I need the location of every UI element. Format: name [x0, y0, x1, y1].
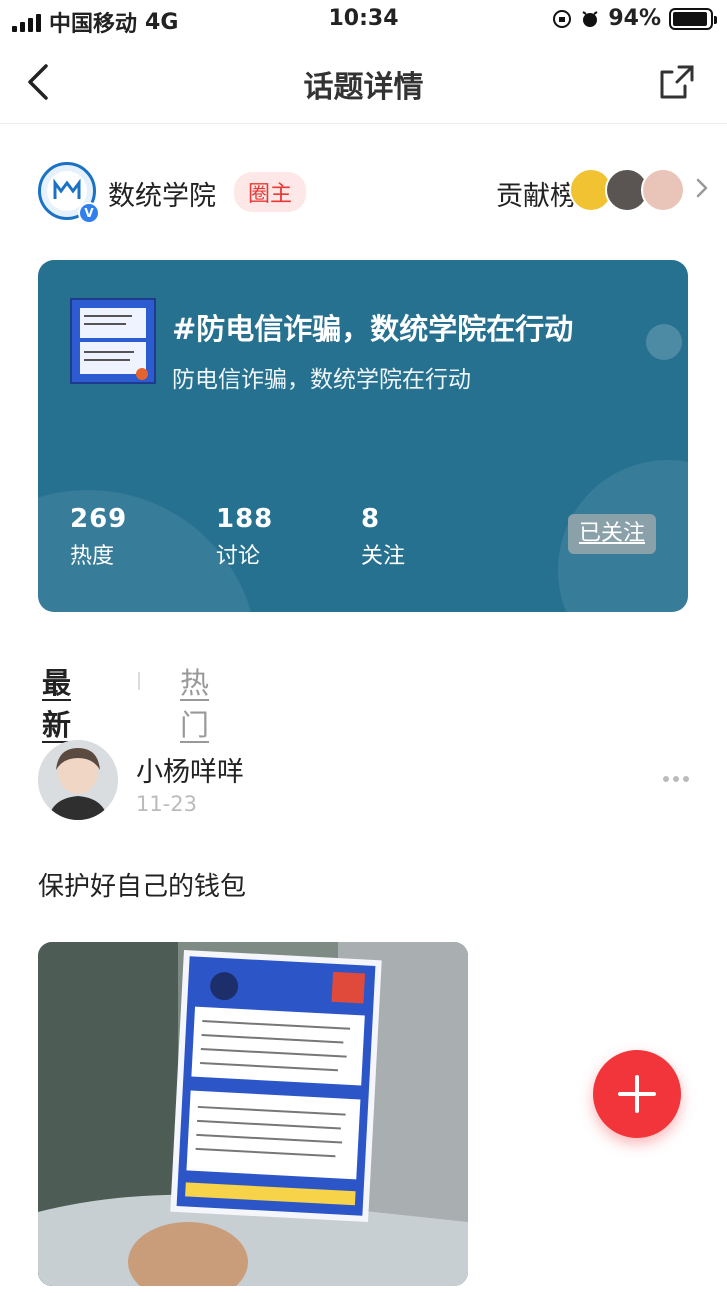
- page-title: 话题详情: [303, 70, 424, 105]
- circle-owner-row: V 数统学院 圈主 贡献榜: [38, 160, 709, 224]
- avatar: [641, 168, 685, 212]
- stat-value: 8: [361, 504, 381, 534]
- battery-icon: [669, 7, 717, 30]
- owner-badge: 圈主: [234, 172, 307, 212]
- stat-label: 热度: [70, 544, 115, 569]
- post-date: 11-23: [136, 792, 198, 816]
- nav-bar: 话题详情: [0, 40, 727, 124]
- topic-card: #防电信诈骗，数统学院在行动 防电信诈骗，数统学院在行动 269 热度 188 …: [38, 260, 688, 612]
- share-icon[interactable]: [657, 62, 697, 102]
- stat-value: 188: [216, 504, 274, 534]
- stat-heat: 269 热度: [70, 504, 127, 570]
- verified-icon: V: [78, 202, 100, 224]
- stat-discussion: 188 讨论: [216, 504, 273, 570]
- rotation-lock-icon: [553, 9, 572, 28]
- contributors-avatars[interactable]: [569, 168, 689, 214]
- post-username[interactable]: 小杨咩咩: [136, 750, 244, 789]
- alarm-icon: [582, 10, 598, 27]
- more-icon[interactable]: [663, 776, 689, 782]
- topic-thumbnail: [70, 298, 156, 384]
- post-image[interactable]: [38, 942, 468, 1286]
- stat-label: 讨论: [216, 544, 261, 569]
- card-decoration: [646, 324, 682, 360]
- add-post-button[interactable]: [593, 1050, 681, 1138]
- chevron-right-icon[interactable]: [695, 178, 709, 198]
- circle-name[interactable]: 数统学院: [108, 174, 216, 213]
- battery-fill: [673, 11, 707, 26]
- tab-latest[interactable]: 最新: [42, 660, 71, 744]
- follow-button[interactable]: 已关注: [568, 514, 656, 554]
- avatar[interactable]: [38, 740, 118, 820]
- battery-percent: 94%: [608, 6, 661, 31]
- post-text: 保护好自己的钱包: [38, 872, 247, 902]
- stat-label: 关注: [361, 544, 406, 569]
- stat-value: 269: [70, 504, 128, 534]
- topic-subtitle: 防电信诈骗，数统学院在行动: [172, 367, 471, 393]
- status-bar: 中国移动 4G 10:34 94%: [0, 0, 727, 40]
- stat-followers: 8 关注: [361, 504, 405, 570]
- tab-hot[interactable]: 热门: [180, 660, 209, 744]
- status-right: 94%: [552, 6, 717, 31]
- contributors-label[interactable]: 贡献榜: [496, 174, 577, 213]
- topic-title: #防电信诈骗，数统学院在行动: [172, 312, 574, 346]
- tab-divider: [138, 672, 140, 690]
